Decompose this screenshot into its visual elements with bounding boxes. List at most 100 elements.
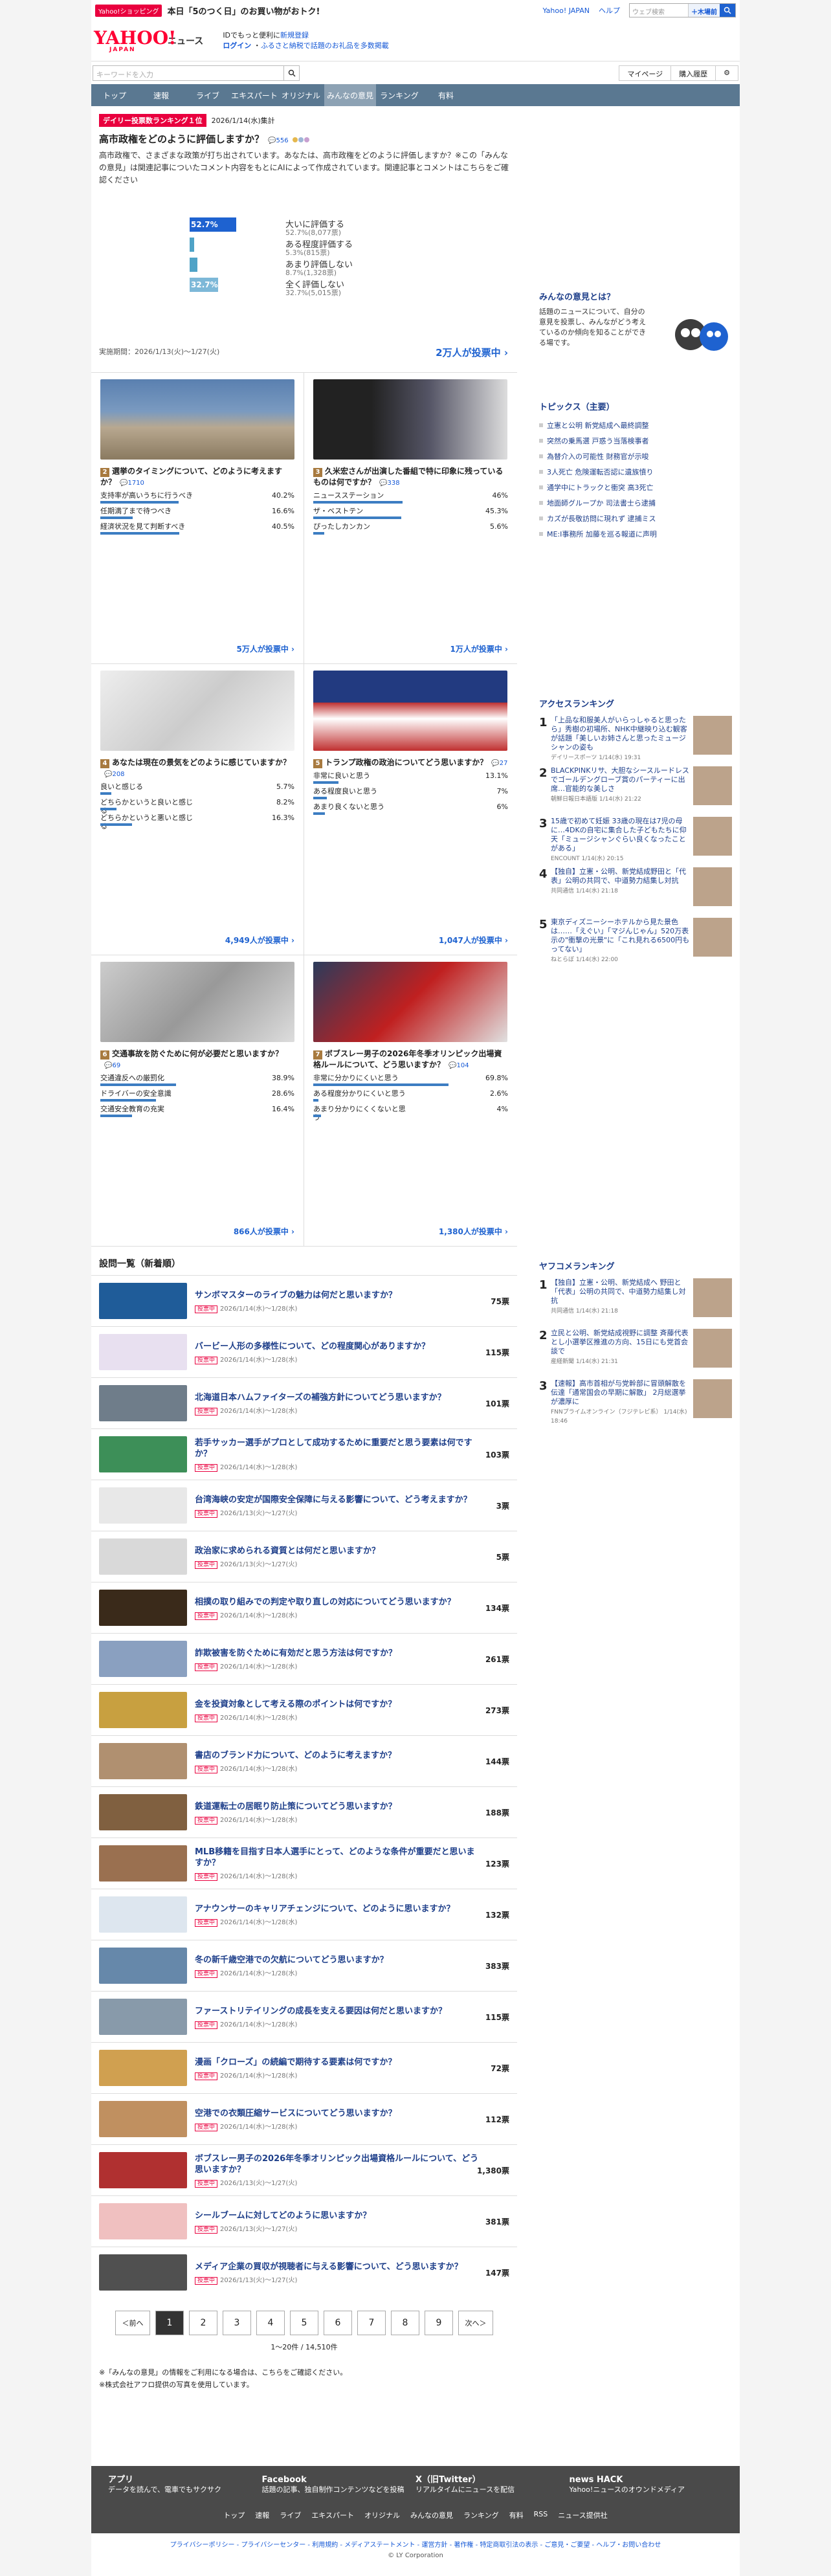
poll-option[interactable]: どちらかというと良いと感じる 8.2%	[100, 798, 294, 815]
footer-col-title[interactable]: X（旧Twitter）	[416, 2475, 570, 2485]
mypage-link[interactable]: マイページ	[619, 65, 672, 81]
ranking-title[interactable]: 東京ディズニーシーホテルから見た景色は……「えぐい」「マジんじゃん」520万表示…	[551, 918, 691, 954]
poll-option-label[interactable]: 任期満了まで待つべき	[100, 507, 197, 515]
nav-paid[interactable]: 有料	[423, 84, 469, 106]
list-title[interactable]: 冬の新千歳空港での欠航についてどう思いますか？	[195, 1955, 480, 1966]
topic-item[interactable]: 地面師グループか 司法書士ら逮捕	[539, 495, 732, 511]
list-thumb[interactable]	[99, 1590, 187, 1626]
footer-link[interactable]: ライブ	[280, 2510, 301, 2520]
poll-image[interactable]	[100, 962, 294, 1042]
ranking-text[interactable]: 【速報】高市首相が与党幹部に冒頭解散を伝達「通常国会の早期に解散」 2月総選挙が…	[551, 1379, 691, 1425]
list-item[interactable]: バービー人形の多様性について、どの程度関心がありますか？ 投票中 2026/1/14…	[91, 1326, 517, 1377]
list-thumb[interactable]	[99, 2050, 187, 2086]
list-thumb[interactable]	[99, 1283, 187, 1319]
poll-option-label[interactable]: あまり分かりにくくないと思う	[313, 1105, 410, 1122]
web-search-input[interactable]: ウェブ検索	[630, 4, 688, 17]
footer-col-title[interactable]: news HACK	[570, 2475, 724, 2485]
ranking-thumb[interactable]	[693, 766, 732, 805]
footer-link[interactable]: ランキング	[463, 2510, 499, 2520]
vote-button[interactable]: 1万人が投票中 ›	[450, 643, 508, 654]
ranking-item[interactable]: 3 15歳で初めて妊娠 33歳の現在は7児の母に…4DKの自宅に集合した子どもたち…	[539, 817, 732, 862]
feature-options[interactable]: 52.7% 大いに評価する 52.7%(8,077票) ある程度評価する 5.3%(81…	[190, 217, 429, 298]
ranking-item[interactable]: 3 【速報】高市首相が与党幹部に冒頭解散を伝達「通常国会の早期に解散」 2月総選挙…	[539, 1379, 732, 1425]
topics-title[interactable]: トピックス（主要）	[539, 400, 732, 412]
comment-count[interactable]: 💬69	[104, 1062, 120, 1069]
footer-link[interactable]: オリジナル	[364, 2510, 400, 2520]
list-title[interactable]: 政治家に求められる資質とは何だと思いますか？	[195, 1546, 480, 1557]
ranking-item[interactable]: 1 【独自】立憲・公明、新党結成へ 野田と「代表」公明の共同で、中道勢力結集し対抗…	[539, 1278, 732, 1322]
promo-text[interactable]: 本日「5のつく日」のお買い物がおトク!	[167, 5, 320, 17]
web-search-scope[interactable]: ＋木場前	[688, 4, 720, 17]
poll-option-label[interactable]: 支持率が高いうちに行うべき	[100, 491, 197, 500]
help-link[interactable]: ヘルプ	[599, 5, 620, 16]
ranking-text[interactable]: 東京ディズニーシーホテルから見た景色は……「えぐい」「マジんじゃん」520万表示…	[551, 918, 691, 963]
web-search[interactable]: ウェブ検索 ＋木場前	[629, 3, 736, 17]
poll-question[interactable]: 5 トランプ政権の政治についてどう思いますか？ 💬27	[313, 757, 508, 769]
page-2[interactable]: 2	[189, 2311, 217, 2335]
list-title[interactable]: ファーストリテイリングの成長を支える要因は何だと思いますか？	[195, 2006, 480, 2017]
vote-button[interactable]: 2万人が投票中 ›	[436, 346, 508, 359]
poll-option[interactable]: 経済状況を見て判断すべき 40.5%	[100, 522, 294, 535]
list-item[interactable]: ボブスレー男子の2026年冬季オリンピック出場資格ルールについて、どう思いますか…	[91, 2144, 517, 2195]
poll-option[interactable]: 非常に分かりにくいと思う 69.8%	[313, 1074, 508, 1087]
list-item[interactable]: アナウンサーのキャリアチェンジについて、どのように思いますか？ 投票中 2026/1…	[91, 1889, 517, 1940]
list-thumb[interactable]	[99, 1436, 187, 1472]
page-9[interactable]: 9	[425, 2311, 453, 2335]
footer-col-title[interactable]: アプリ	[108, 2475, 262, 2485]
poll-image[interactable]	[100, 379, 294, 460]
poll-question-text[interactable]: あなたは現在の景気をどのように感じていますか？	[112, 758, 291, 767]
footer-col[interactable]: アプリ データを読んで、電車でもサクサク	[108, 2475, 262, 2494]
comment-count[interactable]: 💬104	[449, 1062, 469, 1069]
next-page[interactable]: 次へ＞	[458, 2311, 493, 2335]
ranking-title[interactable]: 立民と公明、新党結成視野に調整 斉藤代表とし小選挙区推進の方向、15日にも党首会…	[551, 1329, 691, 1356]
poll-question[interactable]: 4 あなたは現在の景気をどのように感じていますか？ 💬208	[100, 757, 294, 780]
list-thumb[interactable]	[99, 1692, 187, 1728]
poll-option-label[interactable]: ぴったしカンカン	[313, 522, 410, 531]
footer-link[interactable]: RSS	[534, 2510, 548, 2520]
list-thumb[interactable]	[99, 1896, 187, 1933]
footer-link[interactable]: エキスパート	[311, 2510, 354, 2520]
vote-label[interactable]: 1万人が投票中	[450, 645, 502, 654]
gear-icon[interactable]: ⚙	[715, 65, 738, 81]
furusato-link[interactable]: ふるさと納税で話題のお礼品を多数掲載	[261, 41, 389, 50]
poll-option[interactable]: 支持率が高いうちに行うべき 40.2%	[100, 491, 294, 504]
ranking-title[interactable]: BLACKPINKリサ、大胆なシースルードレスでゴールデングローブ賞のパーティー…	[551, 766, 691, 794]
poll-option[interactable]: ぴったしカンカン 5.6%	[313, 522, 508, 535]
poll-question[interactable]: 2 選挙のタイミングについて、どのように考えますか？ 💬1710	[100, 466, 294, 489]
list-title[interactable]: ボブスレー男子の2026年冬季オリンピック出場資格ルールについて、どう思いますか…	[195, 2153, 480, 2175]
poll-option[interactable]: ニュースステーション 46%	[313, 491, 508, 504]
vote-label[interactable]: 5万人が投票中	[237, 645, 289, 654]
list-item[interactable]: 空港での衣類圧縮サービスについてどう思いますか？ 投票中 2026/1/14(水)〜…	[91, 2093, 517, 2144]
ranking-text[interactable]: 「上品な和服美人がいらっしゃると思ったら」秀樹の初場所、NHK中継映り込む観客が…	[551, 716, 691, 761]
ranking-thumb[interactable]	[693, 1278, 732, 1317]
footer-link[interactable]: 有料	[509, 2510, 524, 2520]
list-thumb[interactable]	[99, 1999, 187, 2035]
footer-col-title[interactable]: Facebook	[262, 2475, 416, 2485]
ranking-text[interactable]: BLACKPINKリサ、大胆なシースルードレスでゴールデングローブ賞のパーティー…	[551, 766, 691, 810]
page-7[interactable]: 7	[357, 2311, 386, 2335]
poll-question-text[interactable]: ボブスレー男子の2026年冬季オリンピック出場資格ルールについて、どう思いますか…	[313, 1049, 502, 1069]
topic-item[interactable]: 立憲と公明 新党結成へ最終調整	[539, 417, 732, 433]
list-item[interactable]: 詐欺被害を防ぐために有効だと思う方法は何ですか？ 投票中 2026/1/14(水)〜…	[91, 1633, 517, 1684]
list-thumb[interactable]	[99, 2254, 187, 2291]
poll-option[interactable]: ザ・ベストテン 45.3%	[313, 507, 508, 520]
list-thumb[interactable]	[99, 1845, 187, 1882]
ranking-text[interactable]: 【独自】立憲・公明、新党結成野田と「代表」公明の共同で、中道勢力結集し対抗 共同通…	[551, 867, 691, 911]
footer-link[interactable]: トップ	[223, 2510, 245, 2520]
yahoo-japan-logo[interactable]: YAHOO! JAPAN	[94, 28, 184, 53]
poll-option[interactable]: 任期満了まで待つべき 16.6%	[100, 507, 294, 520]
footer-col[interactable]: X（旧Twitter） リアルタイムにニュースを配信	[416, 2475, 570, 2494]
poll-option[interactable]: 交通違反への厳罰化 38.9%	[100, 1074, 294, 1087]
ranking-item[interactable]: 2 BLACKPINKリサ、大胆なシースルードレスでゴールデングローブ賞のパーティ…	[539, 766, 732, 810]
poll-option[interactable]: 非常に良いと思う 13.1%	[313, 772, 508, 784]
news-search-input[interactable]: キーワードを入力	[93, 66, 283, 80]
poll-option-label[interactable]: ザ・ベストテン	[313, 507, 410, 515]
list-item[interactable]: 北海道日本ハムファイターズの補強方針についてどう思いますか？ 投票中 2026/1/…	[91, 1377, 517, 1428]
feature-option[interactable]: ある程度評価する 5.3%(815票)	[190, 238, 429, 257]
vote-button[interactable]: 4,949人が投票中 ›	[225, 935, 294, 946]
ranking-title[interactable]: 【速報】高市首相が与党幹部に冒頭解散を伝達「通常国会の早期に解散」 2月総選挙が…	[551, 1379, 691, 1406]
poll-question-text[interactable]: 久米宏さんが出演した番組で特に印象に残っているものは何ですか？	[313, 467, 503, 487]
vote-label[interactable]: 1,380人が投票中	[439, 1227, 502, 1236]
list-item[interactable]: 若手サッカー選手がプロとして成功するために重要だと思う要素は何ですか？ 投票中 20…	[91, 1428, 517, 1480]
ranking-title[interactable]: 「上品な和服美人がいらっしゃると思ったら」秀樹の初場所、NHK中継映り込む観客が…	[551, 716, 691, 752]
